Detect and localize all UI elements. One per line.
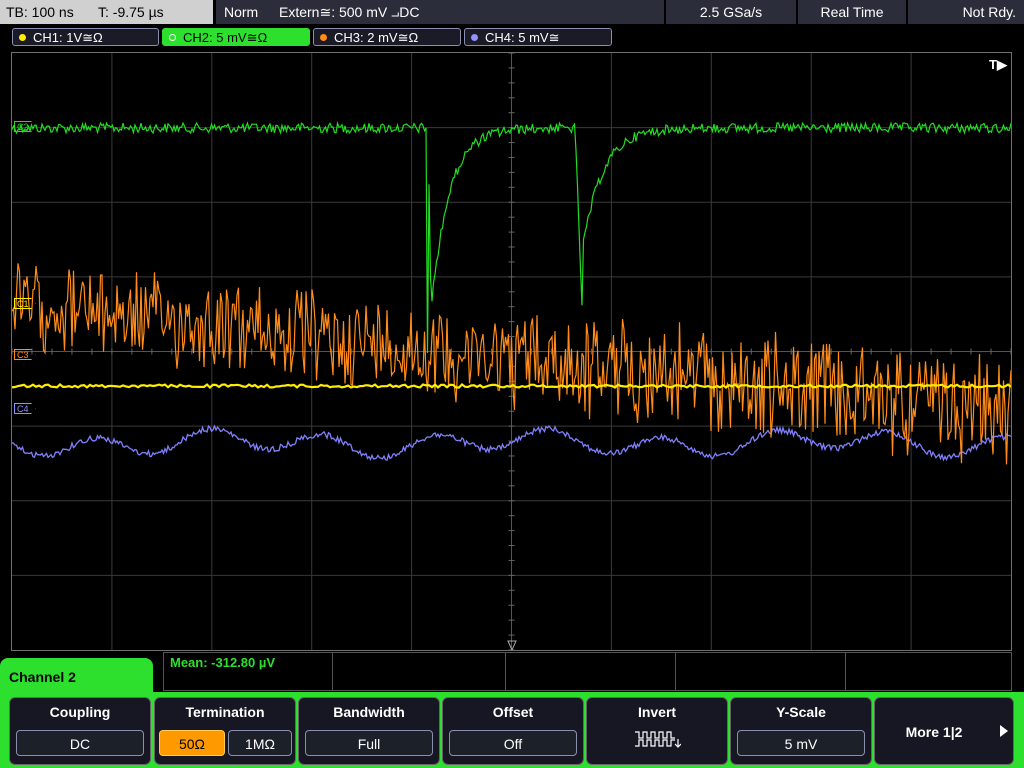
trigger-source: Extern≅: 500 mV ⨼DC: [279, 4, 420, 20]
measurement-divider: [505, 653, 506, 691]
termination-1mohm-option[interactable]: 1MΩ: [228, 730, 292, 756]
acquisition-state-text: Not Rdy.: [962, 4, 1016, 20]
tab-ch2[interactable]: CH2: 5 mV≅Ω: [162, 28, 310, 46]
bandwidth-softkey[interactable]: Bandwidth Full: [298, 697, 440, 765]
arrow-right-icon: [1000, 725, 1008, 737]
waveform-display[interactable]: T▶ C2 C1 C3 C4: [11, 52, 1012, 651]
acquisition-state: Not Rdy.: [908, 0, 1024, 24]
menu-title: Channel 2: [9, 669, 76, 685]
invert-waveform-icon: [635, 731, 681, 748]
timebase-value: TB: 100 ns: [6, 4, 74, 20]
measurement-mean: Mean: -312.80 µV: [170, 655, 276, 670]
trigger-mode: Norm: [224, 4, 259, 20]
termination-50ohm-option[interactable]: 50Ω: [159, 730, 225, 756]
ch3-label: CH3: 2 mV≅Ω: [334, 30, 419, 45]
offset-softkey[interactable]: Offset Off: [442, 697, 584, 765]
status-bar: TB: 100 ns T: -9.75 µs Norm Extern≅: 500…: [0, 0, 1024, 25]
ch1-ground-marker[interactable]: C1: [14, 298, 36, 309]
measurement-divider: [845, 653, 846, 691]
more-label: More 1|2: [905, 724, 963, 740]
coupling-value[interactable]: DC: [16, 730, 144, 756]
timebase-panel[interactable]: TB: 100 ns T: -9.75 µs: [0, 0, 213, 24]
ch3-color-dot-icon: [320, 34, 327, 41]
more-softkey[interactable]: More 1|2: [874, 697, 1014, 765]
bandwidth-label: Bandwidth: [333, 704, 405, 720]
ch2-ground-marker[interactable]: C2: [14, 121, 36, 132]
measurement-divider: [675, 653, 676, 691]
termination-label: Termination: [185, 704, 265, 720]
ch1-trace: [12, 383, 1011, 390]
ch1-color-dot-icon: [19, 34, 26, 41]
termination-softkey[interactable]: Termination 50Ω 1MΩ: [154, 697, 296, 765]
sample-rate[interactable]: 2.5 GSa/s: [666, 0, 796, 24]
ch2-color-dot-icon: [169, 34, 176, 41]
measurement-bar[interactable]: Mean: -312.80 µV: [163, 652, 1012, 691]
measurement-divider: [332, 653, 333, 691]
coupling-label: Coupling: [49, 704, 111, 720]
bandwidth-value[interactable]: Full: [305, 730, 433, 756]
yscale-value[interactable]: 5 mV: [737, 730, 865, 756]
yscale-label: Y-Scale: [776, 704, 826, 720]
ch2-label: CH2: 5 mV≅Ω: [183, 30, 268, 45]
ch4-ground-marker[interactable]: C4: [14, 403, 36, 414]
acquisition-mode[interactable]: Real Time: [798, 0, 906, 24]
offset-label: Offset: [492, 704, 534, 720]
waveform-grid: [12, 53, 1011, 650]
tab-ch1[interactable]: CH1: 1V≅Ω: [12, 28, 159, 46]
ch1-label: CH1: 1V≅Ω: [33, 30, 103, 45]
ch3-ground-marker[interactable]: C3: [14, 349, 36, 360]
ch4-label: CH4: 5 mV≅: [485, 30, 560, 45]
invert-label: Invert: [637, 704, 677, 720]
tab-ch3[interactable]: CH3: 2 mV≅Ω: [313, 28, 461, 46]
trigger-time-value: T: -9.75 µs: [98, 4, 164, 20]
coupling-softkey[interactable]: Coupling DC: [9, 697, 151, 765]
offset-value[interactable]: Off: [449, 730, 577, 756]
yscale-softkey[interactable]: Y-Scale 5 mV: [730, 697, 872, 765]
ch4-color-dot-icon: [471, 34, 478, 41]
invert-softkey[interactable]: Invert: [586, 697, 728, 765]
trigger-panel[interactable]: Norm Extern≅: 500 mV ⨼DC: [216, 0, 664, 24]
tab-ch4[interactable]: CH4: 5 mV≅: [464, 28, 612, 46]
menu-title-tab: Channel 2: [0, 658, 153, 698]
trigger-marker: T▶: [989, 57, 1007, 72]
